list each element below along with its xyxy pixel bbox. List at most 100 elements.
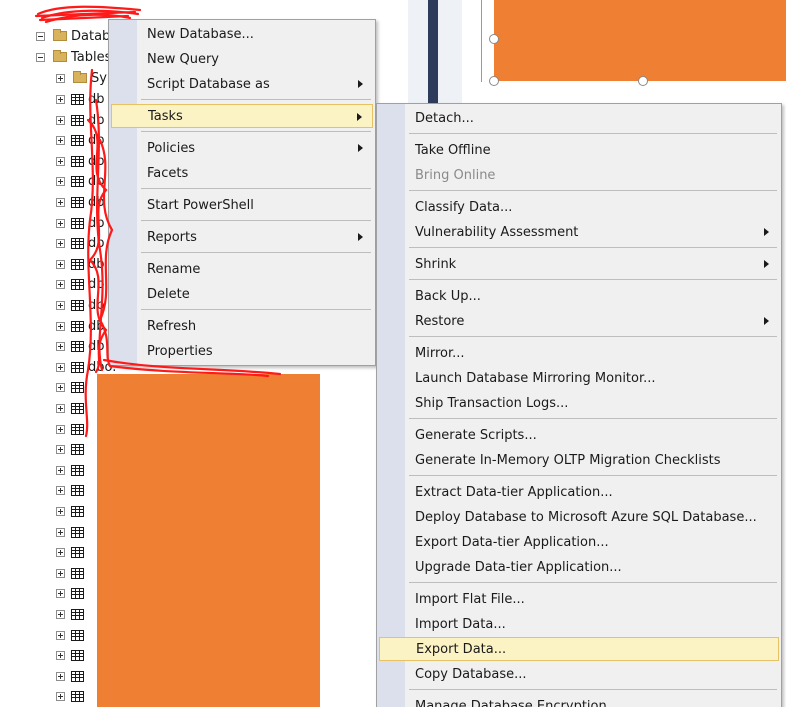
menu-item-policies[interactable]: Policies: [111, 136, 373, 160]
resize-handle-bottom-left[interactable]: [489, 76, 499, 86]
menu-item-import-flat-file[interactable]: Import Flat File...: [379, 587, 779, 611]
menu-item-facets[interactable]: Facets: [111, 161, 373, 185]
menu-item-reports[interactable]: Reports: [111, 225, 373, 249]
tree-node-table[interactable]: db: [56, 90, 105, 108]
expand-icon[interactable]: [56, 135, 65, 145]
expand-icon[interactable]: [56, 609, 65, 619]
tree-node-table[interactable]: db: [56, 131, 105, 149]
expand-icon[interactable]: [56, 403, 65, 413]
expand-icon[interactable]: [56, 94, 65, 104]
tree-node-table[interactable]: [56, 420, 84, 438]
expand-icon[interactable]: [56, 506, 65, 516]
tree-node-table[interactable]: db: [56, 152, 105, 170]
expand-icon[interactable]: [56, 424, 65, 434]
tree-node-table[interactable]: [56, 461, 84, 479]
menu-item-script-database-as[interactable]: Script Database as: [111, 72, 373, 96]
tree-node-table[interactable]: [56, 667, 84, 685]
menu-item-manage-encryption[interactable]: Manage Database Encryption...: [379, 694, 779, 707]
expand-icon[interactable]: [56, 362, 65, 372]
menu-item-generate-oltp-checklists[interactable]: Generate In-Memory OLTP Migration Checkl…: [379, 448, 779, 472]
menu-item-bring-online[interactable]: Bring Online: [379, 163, 779, 187]
expand-icon[interactable]: [56, 197, 65, 207]
tree-node-table[interactable]: [56, 605, 84, 623]
tree-node-table[interactable]: db: [56, 193, 105, 211]
menu-item-generate-scripts[interactable]: Generate Scripts...: [379, 423, 779, 447]
menu-item-restore[interactable]: Restore: [379, 309, 779, 333]
tree-node-table[interactable]: [56, 440, 84, 458]
tree-node-table[interactable]: [56, 378, 88, 396]
menu-item-copy-database[interactable]: Copy Database...: [379, 662, 779, 686]
tree-node-table[interactable]: [56, 523, 84, 541]
expand-icon[interactable]: [56, 176, 65, 186]
tree-node-table[interactable]: [56, 399, 84, 417]
menu-item-refresh[interactable]: Refresh: [111, 314, 373, 338]
tree-node-table[interactable]: db: [56, 275, 105, 293]
orange-shape-top[interactable]: [494, 0, 786, 81]
expand-icon[interactable]: [56, 218, 65, 228]
tree-node-table[interactable]: db: [56, 255, 105, 273]
menu-item-classify-data[interactable]: Classify Data...: [379, 195, 779, 219]
expand-icon[interactable]: [56, 115, 65, 125]
menu-item-new-query[interactable]: New Query: [111, 47, 373, 71]
expand-icon[interactable]: [56, 527, 65, 537]
expand-icon[interactable]: [56, 444, 65, 454]
menu-item-extract-data-tier[interactable]: Extract Data-tier Application...: [379, 480, 779, 504]
expand-icon[interactable]: [56, 485, 65, 495]
tree-node-table[interactable]: [56, 481, 84, 499]
menu-item-launch-mirroring-monitor[interactable]: Launch Database Mirroring Monitor...: [379, 366, 779, 390]
expand-icon[interactable]: [56, 259, 65, 269]
tree-node-table[interactable]: [56, 584, 84, 602]
tree-node-table[interactable]: [56, 626, 84, 644]
menu-item-export-data[interactable]: Export Data...: [379, 637, 779, 661]
tree-node-table[interactable]: db: [56, 234, 105, 252]
menu-item-ship-transaction-logs[interactable]: Ship Transaction Logs...: [379, 391, 779, 415]
collapse-icon[interactable]: [36, 31, 45, 41]
expand-icon[interactable]: [56, 279, 65, 289]
tree-node-table[interactable]: db: [56, 214, 105, 232]
expand-icon[interactable]: [56, 691, 65, 701]
expand-icon[interactable]: [56, 382, 65, 392]
menu-item-detach[interactable]: Detach...: [379, 106, 779, 130]
menu-item-start-powershell[interactable]: Start PowerShell: [111, 193, 373, 217]
menu-item-back-up[interactable]: Back Up...: [379, 284, 779, 308]
expand-icon[interactable]: [56, 300, 65, 310]
menu-item-new-database[interactable]: New Database...: [111, 22, 373, 46]
menu-item-export-data-tier[interactable]: Export Data-tier Application...: [379, 530, 779, 554]
expand-icon[interactable]: [56, 321, 65, 331]
expand-icon[interactable]: [56, 156, 65, 166]
tree-node-system-tables[interactable]: Sy: [56, 69, 107, 87]
menu-item-delete[interactable]: Delete: [111, 282, 373, 306]
tree-node-table[interactable]: db: [56, 337, 105, 355]
menu-item-import-data[interactable]: Import Data...: [379, 612, 779, 636]
expand-icon[interactable]: [56, 465, 65, 475]
expand-icon[interactable]: [56, 73, 65, 83]
menu-item-rename[interactable]: Rename: [111, 257, 373, 281]
tree-node-table[interactable]: [56, 543, 84, 561]
tree-node-table[interactable]: [56, 564, 84, 582]
tree-node-table[interactable]: db: [56, 111, 105, 129]
menu-item-mirror[interactable]: Mirror...: [379, 341, 779, 365]
menu-item-take-offline[interactable]: Take Offline: [379, 138, 779, 162]
menu-item-vulnerability-assessment[interactable]: Vulnerability Assessment: [379, 220, 779, 244]
menu-item-tasks[interactable]: Tasks: [111, 104, 373, 128]
tree-node-table[interactable]: db: [56, 172, 105, 190]
menu-item-upgrade-data-tier[interactable]: Upgrade Data-tier Application...: [379, 555, 779, 579]
menu-item-shrink[interactable]: Shrink: [379, 252, 779, 276]
tree-node-table[interactable]: db: [56, 296, 105, 314]
tree-node-databases[interactable]: Datab: [36, 27, 110, 45]
expand-icon[interactable]: [56, 588, 65, 598]
tree-node-table[interactable]: [56, 687, 84, 705]
resize-handle-left[interactable]: [489, 34, 499, 44]
tree-node-tables[interactable]: Tables: [36, 48, 111, 66]
expand-icon[interactable]: [56, 341, 65, 351]
expand-icon[interactable]: [56, 671, 65, 681]
tree-node-table[interactable]: db: [56, 317, 105, 335]
collapse-icon[interactable]: [36, 52, 45, 62]
tree-node-table[interactable]: [56, 646, 84, 664]
resize-handle-bottom[interactable]: [638, 76, 648, 86]
tree-node-table[interactable]: [56, 502, 84, 520]
expand-icon[interactable]: [56, 238, 65, 248]
menu-item-properties[interactable]: Properties: [111, 339, 373, 363]
expand-icon[interactable]: [56, 630, 65, 640]
expand-icon[interactable]: [56, 568, 65, 578]
